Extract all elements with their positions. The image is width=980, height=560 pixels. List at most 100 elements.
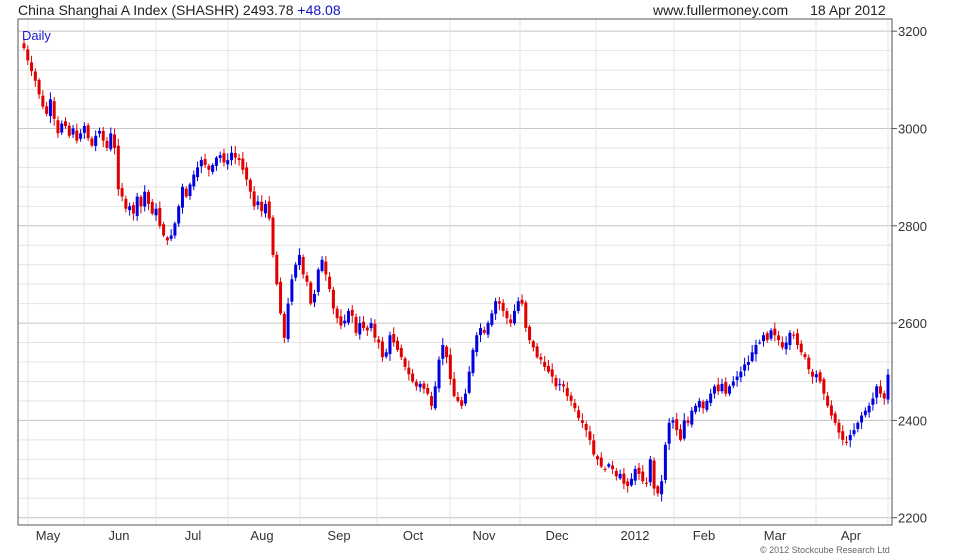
candle-body [818, 372, 822, 382]
candle-body [343, 320, 347, 324]
candle-body [743, 364, 747, 371]
candle-body [263, 203, 267, 214]
candle-body [731, 381, 735, 386]
candle-body [154, 208, 158, 216]
candle-body [826, 395, 830, 406]
candle-body [780, 342, 784, 348]
candle-body [656, 486, 660, 494]
candle-body [309, 282, 313, 304]
candle-body [543, 361, 547, 367]
candle-body [648, 459, 652, 483]
candle-body [799, 343, 803, 353]
candle-body [380, 341, 384, 358]
candle-body [520, 299, 524, 304]
candle-body [803, 354, 807, 358]
candle-body [86, 125, 90, 139]
candle-body [769, 330, 773, 339]
candle-body [784, 342, 788, 350]
candle-body [678, 429, 682, 440]
x-axis: May Jun Jul Aug Sep Oct Nov Dec 2012 Feb Mar Apr [36, 528, 862, 543]
candle-body [807, 357, 811, 370]
candle-body [196, 167, 200, 178]
candle-body [218, 155, 222, 158]
candle-body [116, 145, 120, 190]
candle-body [467, 371, 471, 393]
candle-body [811, 371, 815, 377]
x-tick-label: Aug [250, 528, 273, 543]
candle-body [814, 374, 818, 378]
candle-body [524, 302, 528, 328]
candle-body [414, 381, 418, 387]
candle-body [837, 422, 841, 433]
candle-body [637, 467, 641, 474]
candle-body [728, 386, 732, 394]
candle-body [64, 121, 68, 127]
candle-body [588, 431, 592, 440]
candle-body [720, 383, 724, 392]
x-tick-label: Mar [764, 528, 787, 543]
candle-body [30, 62, 34, 72]
candle-body [509, 319, 513, 324]
candle-body [531, 341, 535, 348]
candle-body [305, 275, 309, 282]
candle-body [562, 384, 566, 387]
candle-body [282, 313, 286, 338]
candle-body [271, 217, 275, 255]
candle-body [878, 386, 882, 394]
candle-body [479, 327, 483, 336]
candle-body [739, 371, 743, 378]
candle-body [716, 384, 720, 392]
candle-body [150, 201, 154, 214]
x-tick-label: Oct [403, 528, 424, 543]
candle-body [550, 369, 554, 377]
candle-body [746, 362, 750, 365]
candle-body [452, 378, 456, 397]
y-tick-label: 2400 [898, 413, 927, 428]
candle-body [392, 334, 396, 343]
candle-body [45, 106, 49, 114]
candle-body [173, 223, 177, 236]
candle-body [369, 323, 373, 329]
candle-body [180, 186, 184, 208]
candle-body [750, 352, 754, 362]
candle-body [535, 346, 539, 358]
candle-body [177, 206, 181, 224]
candle-body [875, 386, 879, 398]
candle-body [411, 373, 415, 382]
candle-body [94, 135, 98, 146]
candle-body [758, 342, 762, 344]
candle-body [56, 120, 60, 134]
x-tick-label: Jul [185, 528, 202, 543]
x-tick-label: May [36, 528, 61, 543]
candle-body [735, 376, 739, 381]
candle-body [792, 334, 796, 336]
candle-body [667, 422, 671, 444]
candle-body [486, 323, 490, 335]
candle-body [777, 335, 781, 341]
candle-body [162, 224, 166, 236]
candle-body [426, 387, 430, 394]
candle-body [886, 374, 890, 400]
candle-body [614, 470, 618, 477]
candle-body [546, 365, 550, 372]
candle-body [79, 133, 83, 139]
candle-body [22, 43, 26, 49]
candle-body [211, 164, 215, 172]
candle-body [701, 401, 705, 409]
candle-body [516, 301, 520, 311]
candle-body [230, 152, 234, 161]
candle-body [169, 235, 173, 239]
candle-body [297, 254, 301, 266]
candle-body [226, 160, 230, 165]
candle-body [373, 323, 377, 338]
candlestick-series [22, 38, 890, 502]
candle-body [188, 184, 192, 196]
candle-body [422, 383, 426, 389]
candle-body [671, 420, 675, 423]
candle-body [490, 313, 494, 325]
candle-body [882, 393, 886, 399]
candle-body [433, 386, 437, 409]
candle-body [844, 441, 848, 443]
candle-body [165, 237, 169, 241]
candle-body [841, 431, 845, 440]
